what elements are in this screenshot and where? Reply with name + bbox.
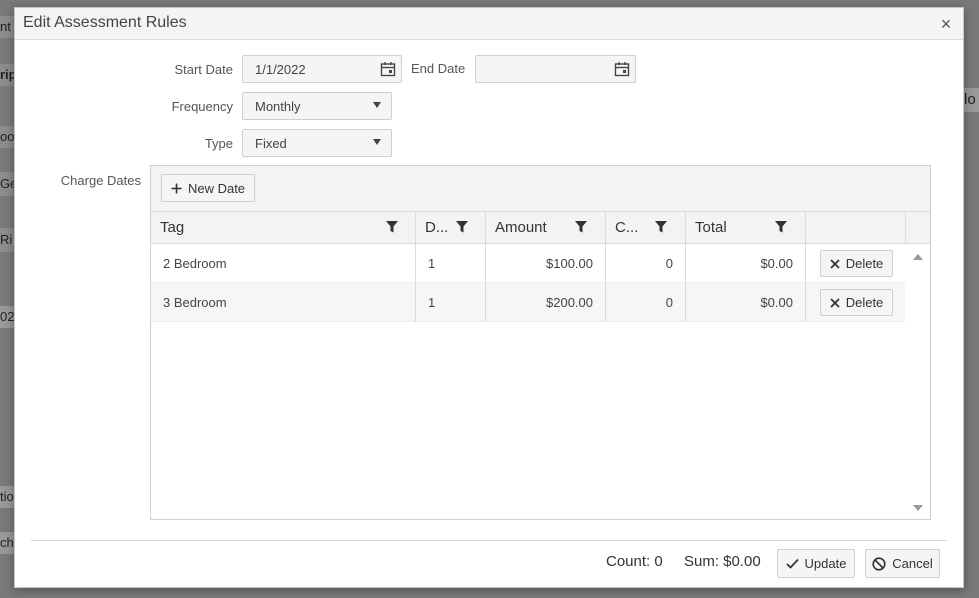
type-value: Fixed bbox=[255, 136, 287, 151]
cell-total: $0.00 bbox=[686, 244, 806, 283]
cell-c: 0 bbox=[606, 283, 686, 322]
background-text: cha bbox=[0, 535, 14, 550]
table-row[interactable]: 3 Bedroom 1 $200.00 0 $0.00 Delete bbox=[151, 283, 905, 322]
background-fragment: tio bbox=[0, 486, 14, 508]
sum-summary: Sum: $0.00 bbox=[684, 553, 761, 570]
background-text: Ri bbox=[0, 232, 13, 247]
close-icon[interactable]: × bbox=[937, 15, 955, 33]
scroll-down-icon[interactable] bbox=[913, 505, 923, 511]
cancel-icon bbox=[872, 556, 886, 571]
frequency-select[interactable]: Monthly bbox=[242, 92, 392, 120]
close-icon bbox=[830, 258, 840, 269]
filter-icon[interactable] bbox=[654, 220, 668, 234]
new-date-button[interactable]: New Date bbox=[161, 174, 255, 202]
end-date-input[interactable] bbox=[475, 55, 636, 83]
background-fragment: lo bbox=[964, 88, 979, 112]
edit-assessment-rules-dialog: Edit Assessment Rules × Start Date 1/1/2… bbox=[14, 7, 964, 588]
background-fragment: 02 bbox=[0, 306, 14, 328]
dialog-titlebar: Edit Assessment Rules × bbox=[15, 8, 963, 40]
update-label: Update bbox=[804, 556, 847, 571]
scroll-up-icon[interactable] bbox=[913, 254, 923, 260]
charge-dates-grid: New Date Tag D... Amount C... Total 2 Be… bbox=[150, 165, 931, 520]
frequency-label: Frequency bbox=[171, 99, 233, 114]
cell-amount: $100.00 bbox=[486, 244, 606, 283]
delete-button[interactable]: Delete bbox=[820, 250, 893, 277]
column-header-actions bbox=[806, 212, 906, 244]
column-header-tag[interactable]: Tag bbox=[151, 212, 416, 244]
calendar-icon[interactable] bbox=[609, 56, 635, 82]
background-fragment: Ri bbox=[0, 228, 14, 252]
update-button[interactable]: Update bbox=[777, 549, 855, 578]
cell-d: 1 bbox=[416, 283, 486, 322]
start-date-input[interactable]: 1/1/2022 bbox=[242, 55, 402, 83]
column-header-label: C... bbox=[615, 219, 639, 236]
checkmark-icon bbox=[785, 558, 799, 569]
new-date-label: New Date bbox=[187, 180, 246, 196]
grid-scrollbar[interactable] bbox=[906, 244, 930, 519]
column-header-total[interactable]: Total bbox=[686, 212, 806, 244]
delete-label: Delete bbox=[845, 295, 884, 310]
filter-icon[interactable] bbox=[385, 220, 399, 234]
cell-tag: 3 Bedroom bbox=[151, 283, 416, 322]
background-text: oo bbox=[0, 129, 14, 144]
background-fragment: rip bbox=[0, 64, 14, 86]
background-text: Ge bbox=[0, 176, 14, 191]
filter-icon[interactable] bbox=[455, 220, 469, 234]
delete-button[interactable]: Delete bbox=[820, 289, 893, 316]
background-text: rip bbox=[0, 67, 14, 82]
footer-divider bbox=[31, 540, 947, 541]
background-fragment: cha bbox=[0, 532, 14, 554]
cell-d: 1 bbox=[416, 244, 486, 283]
chevron-down-icon bbox=[373, 102, 381, 108]
cancel-button[interactable]: Cancel bbox=[865, 549, 940, 578]
plus-icon bbox=[171, 183, 182, 193]
filter-icon[interactable] bbox=[774, 220, 788, 234]
column-header-label: Amount bbox=[495, 219, 547, 236]
background-fragment: nt bbox=[0, 16, 14, 38]
table-row[interactable]: 2 Bedroom 1 $100.00 0 $0.00 Delete bbox=[151, 244, 905, 283]
background-fragment: Ge bbox=[0, 172, 14, 196]
column-header-c[interactable]: C... bbox=[606, 212, 686, 244]
cell-amount: $200.00 bbox=[486, 283, 606, 322]
filter-icon[interactable] bbox=[574, 220, 588, 234]
start-date-label: Start Date bbox=[174, 62, 233, 77]
delete-label: Delete bbox=[845, 256, 884, 271]
type-label: Type bbox=[204, 136, 233, 151]
column-header-d[interactable]: D... bbox=[416, 212, 486, 244]
cell-actions: Delete bbox=[806, 244, 905, 283]
background-text: tio bbox=[0, 489, 14, 504]
background-text: nt bbox=[0, 19, 11, 34]
column-header-label: Tag bbox=[160, 219, 185, 236]
column-header-label: Total bbox=[695, 219, 727, 236]
cell-actions: Delete bbox=[806, 283, 905, 322]
grid-toolbar: New Date bbox=[151, 166, 930, 212]
background-text: lo bbox=[964, 91, 976, 108]
calendar-icon[interactable] bbox=[375, 56, 401, 82]
cell-tag: 2 Bedroom bbox=[151, 244, 416, 283]
end-date-label: End Date bbox=[411, 61, 466, 76]
close-icon bbox=[830, 297, 840, 308]
dialog-title: Edit Assessment Rules bbox=[23, 14, 187, 31]
cell-c: 0 bbox=[606, 244, 686, 283]
grid-header: Tag D... Amount C... Total bbox=[151, 212, 930, 244]
frequency-value: Monthly bbox=[255, 99, 301, 114]
column-header-amount[interactable]: Amount bbox=[486, 212, 606, 244]
cell-total: $0.00 bbox=[686, 283, 806, 322]
background-text: 02 bbox=[0, 309, 14, 324]
charge-dates-label: Charge Dates bbox=[60, 173, 141, 188]
chevron-down-icon bbox=[373, 139, 381, 145]
start-date-value: 1/1/2022 bbox=[255, 62, 306, 77]
type-select[interactable]: Fixed bbox=[242, 129, 392, 157]
count-summary: Count: 0 bbox=[606, 553, 663, 570]
cancel-label: Cancel bbox=[892, 556, 933, 571]
column-header-label: D... bbox=[425, 219, 449, 236]
background-fragment: oo bbox=[0, 126, 14, 148]
